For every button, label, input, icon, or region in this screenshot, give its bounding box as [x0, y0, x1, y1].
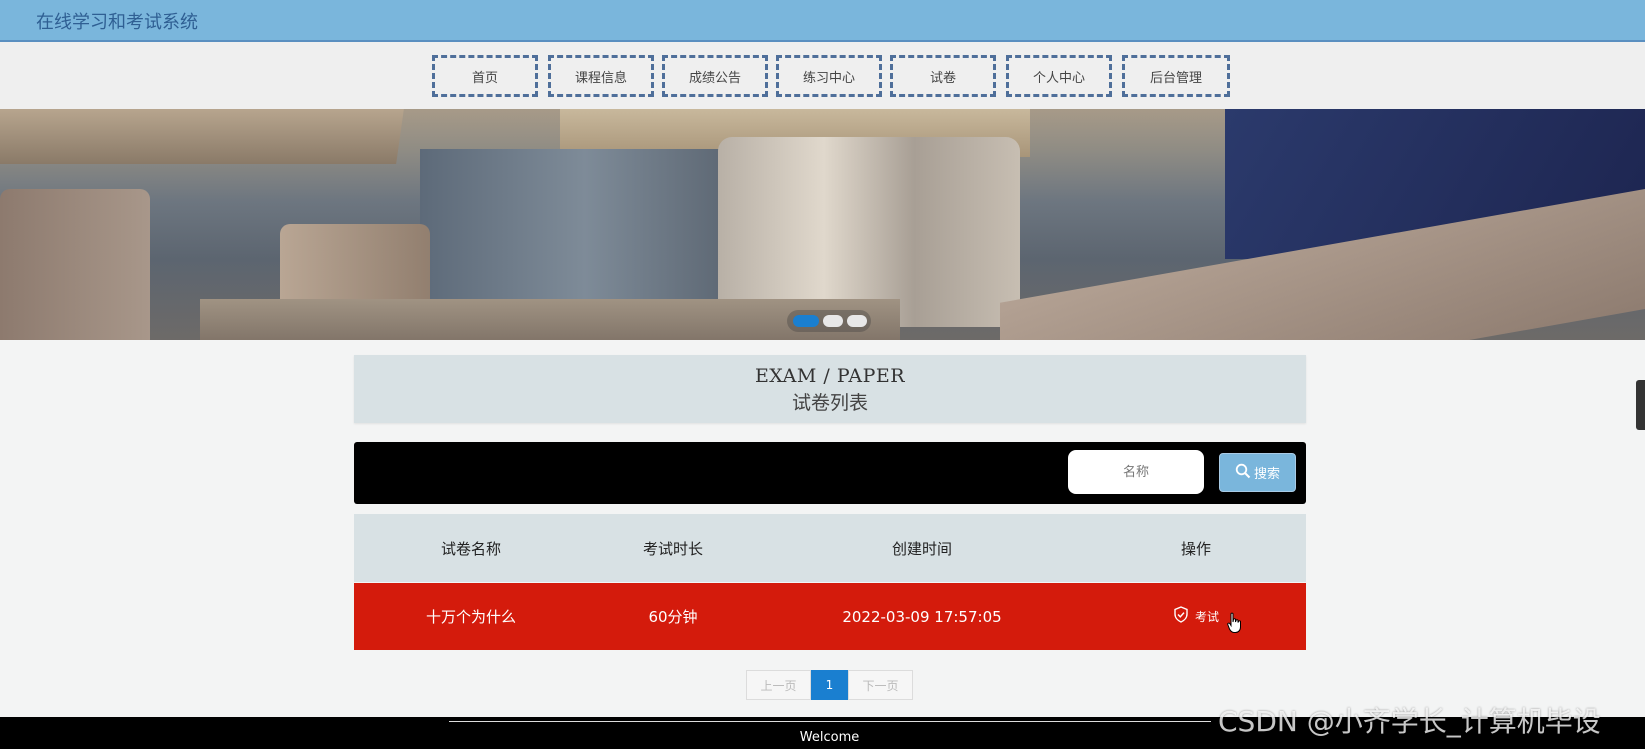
carousel-dot-1[interactable] [793, 315, 819, 327]
column-header-action: 操作 [1180, 539, 1211, 558]
table-row[interactable]: 十万个为什么 60分钟 2022-03-09 17:57:05 考试 [354, 583, 1306, 650]
watermark: CSDN @小齐学长_计算机毕设 [1218, 705, 1601, 738]
top-bar: 在线学习和考试系统 [0, 0, 1645, 42]
nav-item-home[interactable]: 首页 [432, 55, 538, 97]
footer-divider [449, 721, 1211, 722]
cell-duration: 60分钟 [648, 608, 698, 626]
shield-check-icon [1173, 606, 1189, 626]
column-header-name: 试卷名称 [440, 539, 501, 558]
carousel-dot-2[interactable] [823, 315, 843, 327]
nav-item-course-info[interactable]: 课程信息 [548, 55, 654, 97]
pagination: 上一页 1 下一页 [746, 670, 913, 700]
nav-item-admin[interactable]: 后台管理 [1122, 55, 1230, 97]
search-button-label: 搜索 [1253, 467, 1280, 482]
banner-carousel[interactable] [0, 109, 1645, 340]
search-button[interactable]: 搜索 [1219, 453, 1296, 492]
nav-item-personal-center[interactable]: 个人中心 [1006, 55, 1112, 97]
next-page-button[interactable]: 下一页 [848, 670, 913, 700]
carousel-indicators [787, 310, 871, 332]
search-input[interactable] [1068, 450, 1204, 494]
nav-item-exam-paper[interactable]: 试卷 [890, 55, 996, 97]
cell-paper-name: 十万个为什么 [425, 608, 516, 626]
section-title-en: EXAM / PAPER [754, 365, 906, 387]
site-title[interactable]: 在线学习和考试系统 [36, 8, 198, 34]
take-exam-button[interactable]: 考试 [1173, 606, 1241, 633]
nav-item-score-notice[interactable]: 成绩公告 [662, 55, 768, 97]
search-bar: 搜索 [354, 442, 1306, 504]
side-scroll-handle[interactable] [1636, 380, 1645, 430]
column-header-created: 创建时间 [891, 539, 952, 558]
search-icon [1235, 463, 1251, 483]
section-title-cn: 试卷列表 [791, 392, 868, 414]
page-number-current[interactable]: 1 [811, 670, 848, 700]
main-nav: 首页 课程信息 成绩公告 练习中心 试卷 个人中心 后台管理 [0, 42, 1645, 109]
column-header-duration: 考试时长 [642, 539, 703, 558]
carousel-dot-3[interactable] [847, 315, 867, 327]
section-title: EXAM / PAPER 试卷列表 [354, 355, 1306, 423]
exam-paper-table: 试卷名称 考试时长 创建时间 操作 十万个为什么 60分钟 2022-03-09… [354, 514, 1306, 650]
hand-cursor-icon [1227, 612, 1243, 637]
take-exam-label: 考试 [1194, 609, 1219, 624]
cell-created-time: 2022-03-09 17:57:05 [842, 607, 1002, 626]
prev-page-button[interactable]: 上一页 [746, 670, 811, 700]
table-header: 试卷名称 考试时长 创建时间 操作 [354, 514, 1306, 582]
nav-item-practice-center[interactable]: 练习中心 [776, 55, 882, 97]
